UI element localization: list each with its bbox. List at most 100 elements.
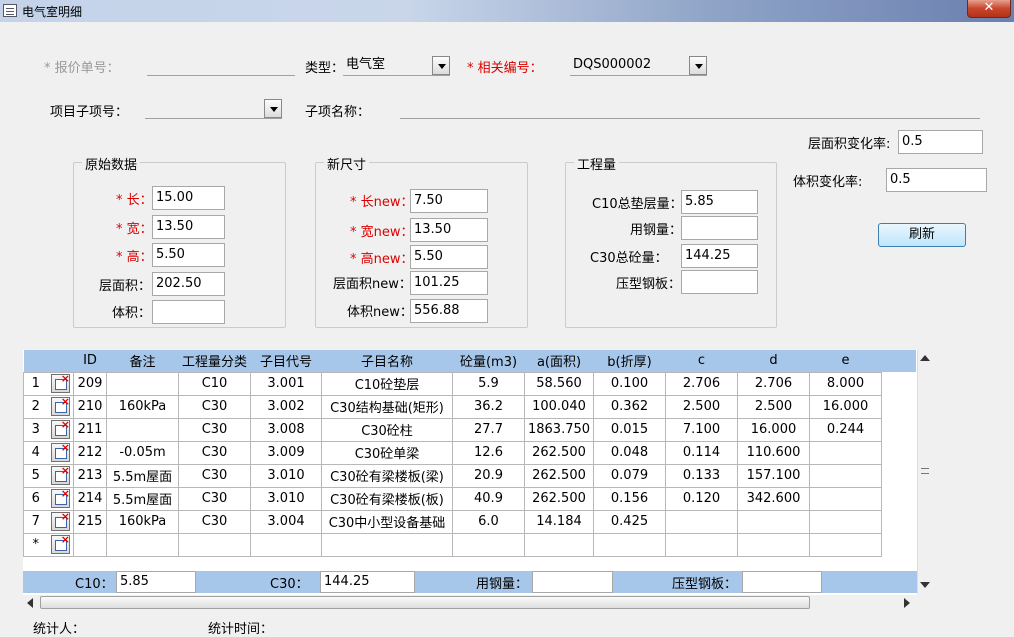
- cell-d[interactable]: 157.100: [737, 463, 810, 488]
- steel-input[interactable]: [681, 216, 758, 240]
- type-select[interactable]: 电气室: [343, 56, 450, 76]
- edit-record-icon[interactable]: [50, 464, 70, 485]
- new-length-input[interactable]: 7.50: [410, 189, 488, 213]
- cell-d[interactable]: [737, 509, 810, 534]
- cell-note[interactable]: 5.5m屋面: [106, 463, 179, 488]
- cell-b[interactable]: 0.156: [593, 486, 666, 511]
- cell-id[interactable]: 215: [73, 509, 107, 534]
- cell-d[interactable]: [737, 532, 810, 557]
- cell-class[interactable]: C30: [178, 486, 251, 511]
- table-row[interactable]: 6 2145.5m屋面C303.010C30砼有梁楼板(板)40.9262.500…: [23, 486, 916, 511]
- cell-b[interactable]: 0.015: [593, 417, 666, 442]
- cell-code[interactable]: 3.002: [250, 394, 322, 419]
- col-e[interactable]: e: [809, 350, 882, 372]
- table-row[interactable]: 4 212-0.05mC303.009C30砼单梁12.6262.5000.048…: [23, 440, 916, 465]
- cell-code[interactable]: [250, 532, 322, 557]
- cell-id[interactable]: 210: [73, 394, 107, 419]
- chevron-down-icon[interactable]: [264, 99, 282, 118]
- cell-note[interactable]: -0.05m: [106, 440, 179, 465]
- cell-e[interactable]: 16.000: [809, 394, 882, 419]
- cell-b[interactable]: [593, 532, 666, 557]
- close-button[interactable]: ✕: [967, 0, 1011, 18]
- scroll-up-icon[interactable]: [920, 355, 930, 361]
- cell-b[interactable]: 0.362: [593, 394, 666, 419]
- cell-d[interactable]: 2.706: [737, 371, 810, 396]
- scroll-left-icon[interactable]: [27, 598, 33, 608]
- row-number[interactable]: 5: [23, 463, 48, 488]
- row-number[interactable]: 4: [23, 440, 48, 465]
- cell-volume[interactable]: 36.2: [452, 394, 525, 419]
- cell-d[interactable]: 110.600: [737, 440, 810, 465]
- cell-volume[interactable]: 27.7: [452, 417, 525, 442]
- footer-c10-input[interactable]: 5.85: [116, 571, 196, 593]
- cell-volume[interactable]: 12.6: [452, 440, 525, 465]
- cell-volume[interactable]: 5.9: [452, 371, 525, 396]
- volume-input[interactable]: [152, 300, 225, 324]
- cell-c[interactable]: 2.500: [665, 394, 738, 419]
- cell-a[interactable]: 262.500: [524, 463, 594, 488]
- cell-b[interactable]: 0.048: [593, 440, 666, 465]
- cell-e[interactable]: [809, 486, 882, 511]
- row-number[interactable]: 3: [23, 417, 48, 442]
- footer-plate-input[interactable]: [742, 571, 822, 593]
- cell-a[interactable]: 262.500: [524, 486, 594, 511]
- edit-record-icon[interactable]: [50, 372, 70, 393]
- cell-e[interactable]: 0.244: [809, 417, 882, 442]
- cell-c[interactable]: 2.706: [665, 371, 738, 396]
- cell-class[interactable]: C30: [178, 463, 251, 488]
- cell-note[interactable]: [106, 532, 179, 557]
- col-volume[interactable]: 砼量(m3): [452, 350, 525, 372]
- col-id[interactable]: ID: [73, 350, 107, 372]
- chevron-down-icon[interactable]: [432, 56, 450, 75]
- table-row[interactable]: 2 210160kPaC303.002C30结构基础(矩形)36.2100.040…: [23, 394, 916, 419]
- table-row[interactable]: 1209C103.001C10砼垫层5.958.5600.1002.7062.7…: [23, 371, 916, 396]
- cell-a[interactable]: [524, 532, 594, 557]
- cell-e[interactable]: 8.000: [809, 371, 882, 396]
- cell-c[interactable]: [665, 532, 738, 557]
- cell-name[interactable]: C30砼有梁楼板(板): [321, 486, 453, 511]
- cell-note[interactable]: 160kPa: [106, 509, 179, 534]
- volume-rate-input[interactable]: 0.5: [886, 168, 987, 192]
- quote-no-field[interactable]: [147, 58, 295, 76]
- cell-c[interactable]: 0.120: [665, 486, 738, 511]
- cell-a[interactable]: 14.184: [524, 509, 594, 534]
- refresh-button[interactable]: 刷新: [878, 223, 966, 247]
- cell-a[interactable]: 58.560: [524, 371, 594, 396]
- cell-d[interactable]: 2.500: [737, 394, 810, 419]
- new-area-input[interactable]: 101.25: [410, 271, 488, 295]
- cell-code[interactable]: 3.010: [250, 463, 322, 488]
- cell-name[interactable]: C30砼单梁: [321, 440, 453, 465]
- col-c[interactable]: c: [665, 350, 738, 372]
- length-input[interactable]: 15.00: [152, 186, 225, 210]
- cell-code[interactable]: 3.001: [250, 371, 322, 396]
- edit-record-icon[interactable]: [50, 533, 70, 554]
- cell-e[interactable]: [809, 532, 882, 557]
- cell-id[interactable]: 213: [73, 463, 107, 488]
- cell-name[interactable]: [321, 532, 453, 557]
- cell-class[interactable]: C30: [178, 440, 251, 465]
- new-width-input[interactable]: 13.50: [410, 218, 488, 242]
- cell-name[interactable]: C30砼有梁楼板(梁): [321, 463, 453, 488]
- cell-name[interactable]: C30结构基础(矩形): [321, 394, 453, 419]
- plate-input[interactable]: [681, 270, 758, 294]
- row-number[interactable]: 7: [23, 509, 48, 534]
- cell-class[interactable]: [178, 532, 251, 557]
- c30-total-input[interactable]: 144.25: [681, 244, 758, 268]
- cell-e[interactable]: [809, 463, 882, 488]
- table-row[interactable]: 3 211 C303.008C30砼柱27.71863.7500.0157.1001…: [23, 417, 916, 442]
- table-row[interactable]: 7 215160kPaC303.004C30中小型设备基础6.014.1840.4…: [23, 509, 916, 534]
- cell-e[interactable]: [809, 440, 882, 465]
- c10-total-input[interactable]: 5.85: [681, 190, 758, 214]
- cell-code[interactable]: 3.010: [250, 486, 322, 511]
- cell-note[interactable]: 5.5m屋面: [106, 486, 179, 511]
- cell-volume[interactable]: 6.0: [452, 509, 525, 534]
- width-input[interactable]: 13.50: [152, 215, 225, 239]
- cell-note[interactable]: [106, 371, 179, 396]
- sub-name-field[interactable]: [400, 101, 980, 119]
- cell-a[interactable]: 1863.750: [524, 417, 594, 442]
- cell-c[interactable]: 7.100: [665, 417, 738, 442]
- cell-note[interactable]: 160kPa: [106, 394, 179, 419]
- cell-volume[interactable]: 40.9: [452, 486, 525, 511]
- cell-volume[interactable]: 20.9: [452, 463, 525, 488]
- horizontal-scroll-thumb[interactable]: [40, 596, 810, 609]
